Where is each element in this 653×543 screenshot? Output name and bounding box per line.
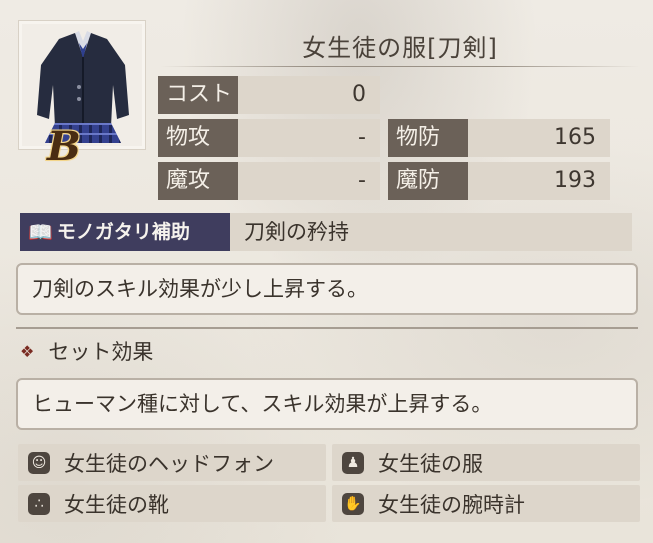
stat-phys-def-value: 165 <box>468 119 610 157</box>
stat-mag-atk: 魔攻 - <box>158 162 380 200</box>
title-underline <box>160 66 640 67</box>
stat-cost-value: 0 <box>238 76 380 114</box>
story-support-name: 刀剣の矜持 <box>244 220 349 244</box>
set-piece-label: 女生徒の服 <box>378 451 483 476</box>
stat-phys-def-label: 物防 <box>388 119 468 157</box>
set-piece-label: 女生徒の靴 <box>64 492 169 517</box>
stat-phys-atk-value: - <box>238 119 380 157</box>
stat-phys-def: 物防 165 <box>388 119 610 157</box>
set-piece-headphones[interactable]: ☺ 女生徒のヘッドフォン <box>18 444 326 481</box>
stat-mag-def-label: 魔防 <box>388 162 468 200</box>
ornament-diamond-icon: ❖ <box>20 342 35 361</box>
set-piece-label: 女生徒の腕時計 <box>378 492 525 517</box>
item-title: 女生徒の服[刀剣] <box>302 34 498 62</box>
head-icon: ☺ <box>28 451 50 474</box>
set-piece-watch[interactable]: ✋ 女生徒の腕時計 <box>332 485 640 522</box>
item-thumbnail: B <box>18 20 146 167</box>
story-support-description: 刀剣のスキル効果が少し上昇する。 <box>16 263 638 315</box>
foot-icon: ∴ <box>28 492 50 515</box>
rank-badge: B <box>47 123 81 170</box>
stat-mag-atk-value: - <box>238 162 380 200</box>
stat-mag-def: 魔防 193 <box>388 162 610 200</box>
stat-mag-atk-label: 魔攻 <box>158 162 238 200</box>
set-piece-uniform[interactable]: ♟ 女生徒の服 <box>332 444 640 481</box>
set-effect-header: ❖ セット効果 <box>20 336 153 368</box>
body-icon: ♟ <box>342 451 364 474</box>
stat-phys-atk: 物攻 - <box>158 119 380 157</box>
stat-phys-atk-label: 物攻 <box>158 119 238 157</box>
story-support-tag-label: モノガタリ補助 <box>56 221 190 243</box>
stat-cost: コスト 0 <box>158 76 380 114</box>
set-piece-shoes[interactable]: ∴ 女生徒の靴 <box>18 485 326 522</box>
set-piece-label: 女生徒のヘッドフォン <box>64 451 274 476</box>
hand-icon: ✋ <box>342 492 364 515</box>
story-support-row: 📖 モノガタリ補助 刀剣の矜持 <box>20 213 632 251</box>
set-effect-description: ヒューマン種に対して、スキル効果が上昇する。 <box>16 378 638 430</box>
section-divider <box>16 327 638 329</box>
set-effect-title: セット効果 <box>48 340 154 364</box>
stat-mag-def-value: 193 <box>468 162 610 200</box>
story-support-tag: 📖 モノガタリ補助 <box>20 213 230 251</box>
stat-cost-label: コスト <box>158 76 238 114</box>
book-icon: 📖 <box>28 220 53 244</box>
